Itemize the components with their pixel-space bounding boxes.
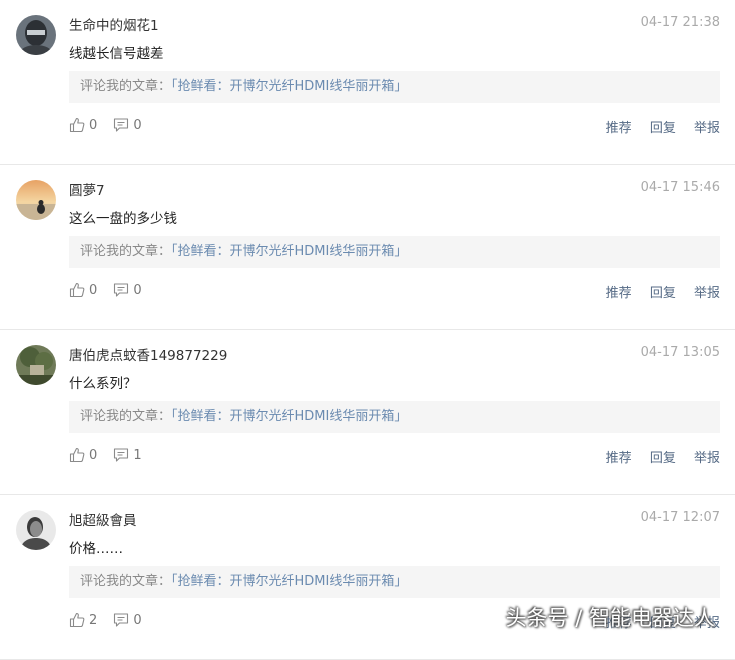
- report-button[interactable]: 举报: [694, 286, 720, 301]
- quote-prefix: 评论我的文章：: [80, 409, 172, 424]
- comment-text: 什么系列？: [69, 376, 137, 392]
- recommend-button[interactable]: 推荐: [606, 286, 632, 301]
- action-links: 推荐 回复 举报: [592, 117, 720, 136]
- reply-count-button[interactable]: 0: [113, 612, 142, 628]
- like-count: 0: [89, 117, 98, 133]
- action-links: 推荐 回复 举报: [592, 447, 720, 466]
- quote-prefix: 评论我的文章：: [80, 574, 172, 589]
- article-link[interactable]: 「抢鲜看：开博尔光纤HDMI线华丽开箱」: [171, 244, 407, 259]
- thumbs-up-icon: [69, 447, 85, 463]
- comment-text: 价格……: [69, 541, 123, 557]
- quoted-article: 评论我的文章：「抢鲜看：开博尔光纤HDMI线华丽开箱」: [69, 236, 720, 268]
- like-button[interactable]: 2: [69, 612, 97, 628]
- reply-count: 0: [133, 612, 142, 628]
- action-links: 推荐 回复 举报: [592, 282, 720, 301]
- username[interactable]: 生命中的烟花1: [69, 14, 159, 34]
- comment-actions: 0 0 推荐 回复 举报: [69, 282, 720, 302]
- article-link[interactable]: 「抢鲜看：开博尔光纤HDMI线华丽开箱」: [171, 79, 407, 94]
- reply-count-button[interactable]: 0: [113, 117, 142, 133]
- reply-count: 0: [133, 117, 142, 133]
- reply-count: 1: [133, 447, 142, 463]
- thumbs-up-icon: [69, 612, 85, 628]
- username[interactable]: 唐伯虎点蚊香149877229: [69, 344, 227, 364]
- reply-button[interactable]: 回复: [650, 121, 676, 136]
- comment-icon: [114, 118, 129, 132]
- comment-icon: [114, 613, 129, 627]
- report-button[interactable]: 举报: [694, 121, 720, 136]
- recommend-button[interactable]: 推荐: [606, 121, 632, 136]
- reply-count: 0: [133, 282, 142, 298]
- quote-prefix: 评论我的文章：: [80, 79, 172, 94]
- like-button[interactable]: 0: [69, 282, 97, 298]
- username[interactable]: 圓夢7: [69, 179, 105, 199]
- comment-item: 生命中的烟花1 04-17 21:38 线越长信号越差 评论我的文章：「抢鲜看：…: [0, 0, 735, 165]
- username[interactable]: 旭超級會員: [69, 509, 137, 529]
- comment-actions: 0 1 推荐 回复 举报: [69, 447, 720, 467]
- like-button[interactable]: 0: [69, 447, 97, 463]
- avatar[interactable]: [16, 345, 56, 385]
- timestamp: 04-17 13:05: [640, 345, 720, 360]
- reply-count-button[interactable]: 1: [113, 447, 142, 463]
- timestamp: 04-17 21:38: [640, 15, 720, 30]
- quoted-article: 评论我的文章：「抢鲜看：开博尔光纤HDMI线华丽开箱」: [69, 71, 720, 103]
- comment-item: 旭超級會員 04-17 12:07 价格…… 评论我的文章：「抢鲜看：开博尔光纤…: [0, 495, 735, 660]
- like-count: 2: [89, 612, 98, 628]
- comment-text: 这么一盘的多少钱: [69, 211, 177, 227]
- report-button[interactable]: 举报: [694, 451, 720, 466]
- reply-button[interactable]: 回复: [650, 286, 676, 301]
- avatar[interactable]: [16, 510, 56, 550]
- comment-item: 唐伯虎点蚊香149877229 04-17 13:05 什么系列？ 评论我的文章…: [0, 330, 735, 495]
- timestamp: 04-17 15:46: [640, 180, 720, 195]
- thumbs-up-icon: [69, 282, 85, 298]
- article-link[interactable]: 「抢鲜看：开博尔光纤HDMI线华丽开箱」: [171, 574, 407, 589]
- quoted-article: 评论我的文章：「抢鲜看：开博尔光纤HDMI线华丽开箱」: [69, 401, 720, 433]
- recommend-button[interactable]: 推荐: [606, 451, 632, 466]
- thumbs-up-icon: [69, 117, 85, 133]
- like-button[interactable]: 0: [69, 117, 97, 133]
- avatar[interactable]: [16, 180, 56, 220]
- reply-count-button[interactable]: 0: [113, 282, 142, 298]
- article-link[interactable]: 「抢鲜看：开博尔光纤HDMI线华丽开箱」: [171, 409, 407, 424]
- comment-icon: [114, 283, 129, 297]
- like-count: 0: [89, 282, 98, 298]
- timestamp: 04-17 12:07: [640, 510, 720, 525]
- like-count: 0: [89, 447, 98, 463]
- comment-item: 圓夢7 04-17 15:46 这么一盘的多少钱 评论我的文章：「抢鲜看：开博尔…: [0, 165, 735, 330]
- watermark: 头条号 / 智能电器达人: [505, 606, 715, 630]
- comment-text: 线越长信号越差: [69, 46, 164, 62]
- comment-actions: 0 0 推荐 回复 举报: [69, 117, 720, 137]
- quoted-article: 评论我的文章：「抢鲜看：开博尔光纤HDMI线华丽开箱」: [69, 566, 720, 598]
- quote-prefix: 评论我的文章：: [80, 244, 172, 259]
- comment-icon: [114, 448, 129, 462]
- avatar[interactable]: [16, 15, 56, 55]
- reply-button[interactable]: 回复: [650, 451, 676, 466]
